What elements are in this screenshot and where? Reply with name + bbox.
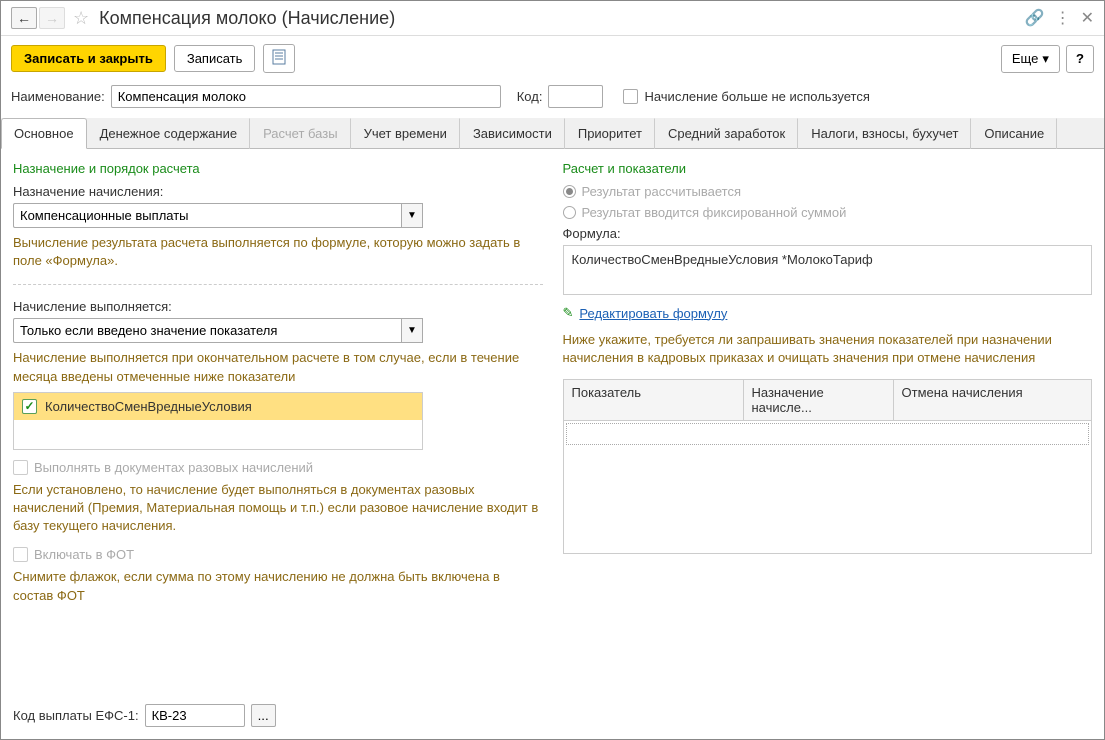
document-icon [272, 49, 286, 65]
forward-button[interactable]: → [39, 7, 65, 29]
purpose-hint: Вычисление результата расчета выполняетс… [13, 234, 543, 270]
purpose-select[interactable] [13, 203, 401, 228]
kebab-icon[interactable]: ⋮ [1055, 8, 1071, 28]
purpose-label: Назначение начисления: [13, 184, 543, 199]
radio2-label: Результат вводится фиксированной суммой [582, 205, 847, 220]
indicators-table: Показатель Назначение начисле... Отмена … [563, 379, 1093, 554]
exec-select[interactable] [13, 318, 401, 343]
fot-hint: Снимите флажок, если сумма по этому начи… [13, 568, 543, 604]
tab-priority[interactable]: Приоритет [565, 118, 655, 149]
report-button[interactable] [263, 44, 295, 73]
exec-dropdown-btn[interactable]: ▼ [401, 318, 423, 343]
efs-lookup-button[interactable]: ... [251, 704, 276, 727]
edit-formula-link[interactable]: Редактировать формулу [579, 306, 727, 321]
purpose-dropdown-btn[interactable]: ▼ [401, 203, 423, 228]
tab-time[interactable]: Учет времени [351, 118, 460, 149]
name-label: Наименование: [11, 89, 105, 104]
tab-base[interactable]: Расчет базы [250, 118, 351, 149]
page-title: Компенсация молоко (Начисление) [99, 8, 395, 29]
tab-desc[interactable]: Описание [971, 118, 1057, 149]
radio-fixed [563, 206, 576, 219]
not-used-label: Начисление больше не используется [644, 89, 869, 104]
code-input[interactable] [548, 85, 603, 108]
favorite-icon[interactable]: ☆ [73, 8, 89, 29]
pencil-icon: ✎ [563, 305, 574, 321]
save-button[interactable]: Записать [174, 45, 256, 72]
fot-label: Включать в ФОТ [34, 547, 134, 562]
exec-label: Начисление выполняется: [13, 299, 543, 314]
radio-calculated [563, 185, 576, 198]
tab-main[interactable]: Основное [1, 118, 87, 149]
tab-monetary[interactable]: Денежное содержание [87, 118, 250, 149]
fot-checkbox [13, 547, 28, 562]
code-label: Код: [517, 89, 543, 104]
radio1-label: Результат рассчитывается [582, 184, 742, 199]
exec-hint: Начисление выполняется при окончательном… [13, 349, 543, 385]
close-icon[interactable]: ✕ [1081, 8, 1094, 28]
help-button[interactable]: ? [1066, 45, 1094, 73]
efs-input[interactable] [145, 704, 245, 727]
tab-taxes[interactable]: Налоги, взносы, бухучет [798, 118, 971, 149]
back-button[interactable]: ← [11, 7, 37, 29]
link-icon[interactable]: 🔗 [1025, 8, 1045, 28]
more-button[interactable]: Еще▾ [1001, 45, 1060, 73]
single-doc-checkbox [13, 460, 28, 475]
tab-avg[interactable]: Средний заработок [655, 118, 798, 149]
name-input[interactable] [111, 85, 501, 108]
save-close-button[interactable]: Записать и закрыть [11, 45, 166, 72]
chevron-down-icon: ▾ [1042, 51, 1049, 67]
section-purpose-title: Назначение и порядок расчета [13, 161, 543, 176]
check-icon[interactable]: ✓ [22, 399, 37, 414]
table-row[interactable] [566, 423, 1090, 445]
tab-deps[interactable]: Зависимости [460, 118, 565, 149]
indicators-list: ✓ КоличествоСменВредныеУсловия [13, 392, 423, 450]
section-calc-title: Расчет и показатели [563, 161, 1093, 176]
efs-label: Код выплаты ЕФС-1: [13, 708, 139, 723]
th-cancel[interactable]: Отмена начисления [894, 380, 1092, 420]
single-doc-label: Выполнять в документах разовых начислени… [34, 460, 313, 475]
th-indicator[interactable]: Показатель [564, 380, 744, 420]
not-used-checkbox[interactable] [623, 89, 638, 104]
indicator-name: КоличествоСменВредныеУсловия [45, 399, 252, 414]
table-hint: Ниже укажите, требуется ли запрашивать з… [563, 331, 1093, 367]
list-item[interactable]: ✓ КоличествоСменВредныеУсловия [14, 393, 422, 420]
tabs: Основное Денежное содержание Расчет базы… [1, 118, 1104, 149]
single-doc-hint: Если установлено, то начисление будет вы… [13, 481, 543, 536]
formula-label: Формула: [563, 226, 1093, 241]
formula-box[interactable]: КоличествоСменВредныеУсловия *МолокоТари… [563, 245, 1093, 295]
th-assign[interactable]: Назначение начисле... [744, 380, 894, 420]
